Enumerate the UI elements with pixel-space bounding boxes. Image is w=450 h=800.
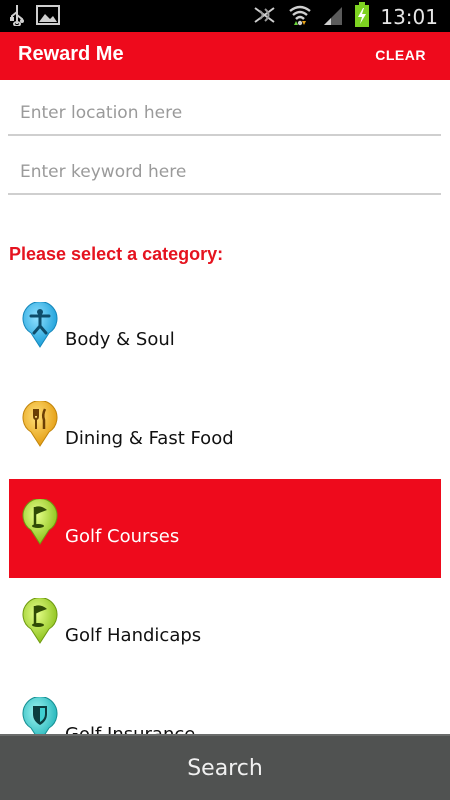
battery-charging-icon — [354, 2, 370, 32]
category-prompt: Please select a category: — [9, 244, 224, 264]
search-button-label: Search — [187, 755, 263, 781]
status-bar: 13:01 — [0, 0, 450, 32]
category-item-body-soul[interactable]: Body & Soul — [9, 282, 441, 381]
person-icon — [21, 301, 59, 348]
category-list: Body & Soul Dining & Fast Food Golf Cour… — [9, 282, 441, 775]
golf-flag-icon — [21, 597, 59, 644]
signal-icon — [322, 4, 344, 30]
app-title: Reward Me — [18, 43, 124, 65]
mute-icon — [252, 4, 278, 30]
app-bar: Reward Me CLEAR — [0, 32, 450, 80]
location-input[interactable] — [8, 92, 441, 136]
wifi-icon — [288, 3, 312, 31]
category-label: Body & Soul — [65, 329, 175, 350]
category-item-dining-fast-food[interactable]: Dining & Fast Food — [9, 381, 441, 480]
image-icon — [36, 4, 60, 30]
clock: 13:01 — [380, 5, 438, 29]
category-label: Golf Courses — [65, 526, 180, 548]
usb-icon — [10, 4, 24, 30]
search-button[interactable]: Search — [0, 734, 450, 800]
category-label: Dining & Fast Food — [65, 427, 234, 449]
cutlery-icon — [21, 399, 59, 447]
golf-flag-icon — [21, 498, 59, 546]
clear-button[interactable]: CLEAR — [375, 47, 426, 63]
category-label: Golf Handicaps — [65, 625, 202, 647]
keyword-input[interactable] — [8, 151, 441, 195]
category-item-golf-courses[interactable]: Golf Courses — [9, 479, 441, 579]
category-item-golf-handicaps[interactable]: Golf Handicaps — [9, 578, 441, 677]
